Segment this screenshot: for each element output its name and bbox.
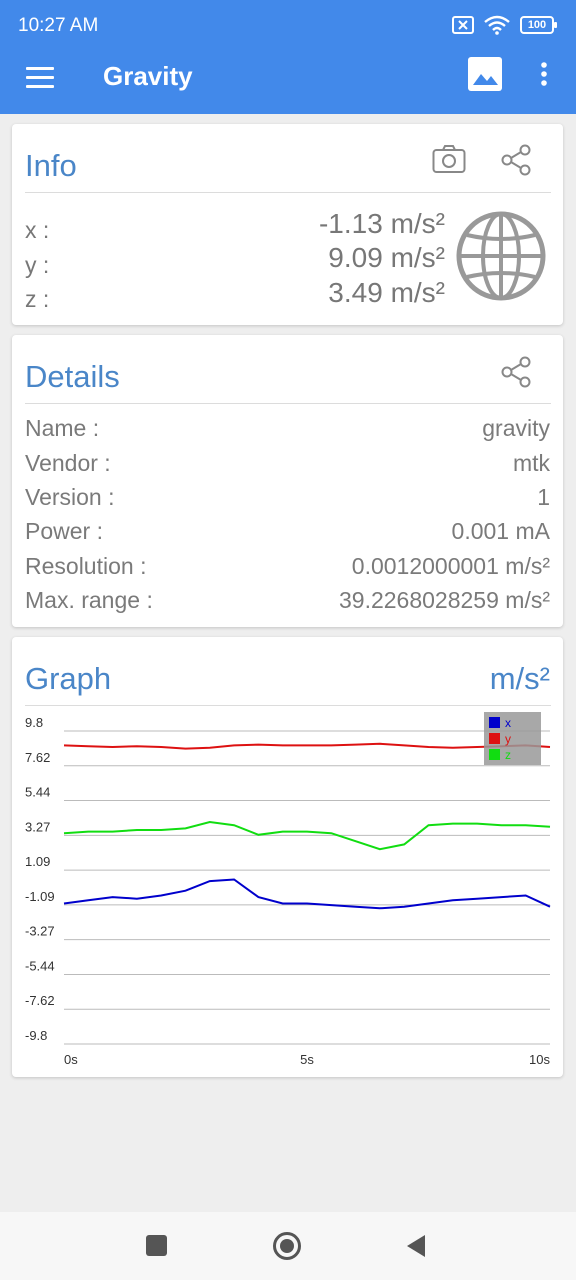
more-vert-icon[interactable] xyxy=(538,60,550,90)
detail-value-max-range: 39.2268028259 m/s² xyxy=(339,587,550,613)
legend-label-x: x xyxy=(505,716,511,730)
legend-swatch-y xyxy=(489,733,500,744)
info-divider xyxy=(25,192,551,193)
detail-label-name: Name : xyxy=(25,415,100,441)
share-icon[interactable] xyxy=(500,356,532,388)
image-icon[interactable] xyxy=(468,57,502,91)
info-title: Info xyxy=(25,148,77,183)
detail-label-resolution: Resolution : xyxy=(25,553,147,579)
x-tick-label: 5s xyxy=(300,1052,314,1067)
status-time: 10:27 AM xyxy=(18,15,99,36)
wifi-icon xyxy=(484,15,510,35)
legend-label-y: y xyxy=(505,732,511,746)
sensor-line-chart: 9.8 7.62 5.44 3.27 1.09 -1.09 -3.27 -5.44 -7.62 -… xyxy=(25,712,551,1067)
series-line-y xyxy=(63,742,551,750)
app-title: Gravity xyxy=(103,61,193,91)
detail-label-power: Power : xyxy=(25,518,103,544)
x-tick-label: 10s xyxy=(529,1052,550,1067)
detail-value-version: 1 xyxy=(537,484,550,510)
info-label-y: y : xyxy=(25,252,50,278)
info-label-x: x : xyxy=(25,217,50,243)
status-icons: 100 xyxy=(452,15,557,35)
info-card: Info x : -1.13 m/s² y : 9.09 m/s² z : 3.… xyxy=(12,124,563,325)
details-card: Details Name : gravity Vendor : mtk Vers… xyxy=(12,335,563,627)
detail-value-name: gravity xyxy=(482,415,550,441)
legend-swatch-z xyxy=(489,749,500,760)
y-tick-label: -1.09 xyxy=(25,889,55,904)
legend-swatch-x xyxy=(489,717,500,728)
detail-value-power: 0.001 mA xyxy=(451,518,550,544)
camera-icon[interactable] xyxy=(432,144,466,174)
details-title: Details xyxy=(25,359,120,394)
sim-disabled-icon xyxy=(452,16,474,34)
y-tick-label: -5.44 xyxy=(25,958,55,973)
recents-button[interactable] xyxy=(146,1235,167,1256)
y-tick-label: 7.62 xyxy=(25,750,50,765)
x-tick-label: 0s xyxy=(64,1052,78,1067)
status-bar: 10:27 AM 100 xyxy=(0,0,576,52)
detail-label-max-range: Max. range : xyxy=(25,587,153,613)
y-tick-label: 1.09 xyxy=(25,854,50,869)
info-value-z: 3.49 m/s² xyxy=(328,277,445,308)
detail-value-vendor: mtk xyxy=(512,450,550,476)
info-label-z: z : xyxy=(25,286,50,312)
detail-label-version: Version : xyxy=(25,484,115,510)
battery-level: 100 xyxy=(527,19,547,31)
info-value-y: 9.09 m/s² xyxy=(328,242,445,273)
legend-label-z: z xyxy=(505,748,511,762)
y-tick-label: -3.27 xyxy=(25,924,55,939)
app-bar: Gravity xyxy=(0,52,576,114)
globe-icon xyxy=(456,211,546,301)
graph-card: Graph m/s² 9.8 7.62 5.44 3.27 1.09 -1.09 -3.27… xyxy=(12,637,563,1077)
y-tick-label: -9.8 xyxy=(25,1028,47,1043)
y-tick-label: 5.44 xyxy=(25,785,50,800)
series-line-x xyxy=(63,878,551,910)
menu-icon[interactable] xyxy=(26,67,54,91)
y-tick-label: 3.27 xyxy=(25,819,50,834)
details-divider xyxy=(25,403,551,404)
info-value-x: -1.13 m/s² xyxy=(318,208,445,239)
share-icon[interactable] xyxy=(500,144,532,176)
battery-icon: 100 xyxy=(520,16,557,34)
home-button[interactable] xyxy=(272,1231,302,1261)
y-tick-label: 9.8 xyxy=(25,715,43,730)
detail-value-resolution: 0.0012000001 m/s² xyxy=(351,553,550,579)
system-nav-bar xyxy=(0,1212,576,1280)
back-button[interactable] xyxy=(406,1234,426,1258)
detail-label-vendor: Vendor : xyxy=(25,450,111,476)
y-tick-label: -7.62 xyxy=(25,993,55,1008)
